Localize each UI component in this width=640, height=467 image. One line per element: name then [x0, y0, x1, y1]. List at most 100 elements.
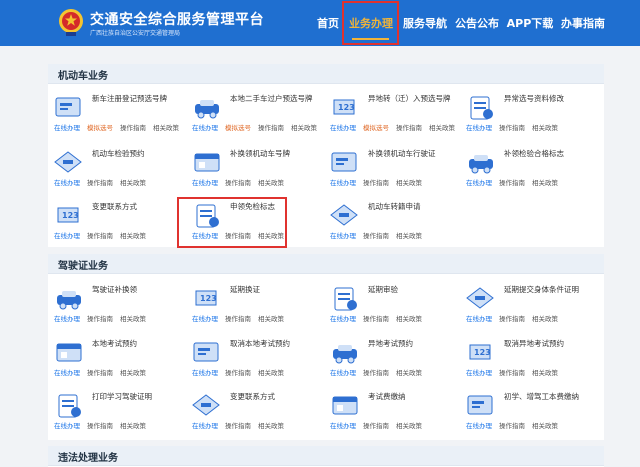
- service-link[interactable]: 相关政策: [120, 315, 146, 323]
- service-link[interactable]: 相关政策: [532, 369, 558, 377]
- service-link[interactable]: 操作指南: [225, 315, 251, 323]
- service-link[interactable]: 操作指南: [499, 315, 525, 323]
- service-link[interactable]: 在线办理: [54, 232, 80, 240]
- service-link[interactable]: 操作指南: [258, 124, 284, 132]
- service-link[interactable]: 在线办理: [330, 369, 356, 377]
- service-item[interactable]: 申领免检标志 在线办理 操作指南 相关政策: [190, 200, 326, 244]
- service-link[interactable]: 在线办理: [466, 124, 492, 132]
- service-link[interactable]: 相关政策: [532, 124, 558, 132]
- service-item[interactable]: 补换领机动车号牌 在线办理 操作指南 相关政策: [190, 147, 326, 191]
- service-link[interactable]: 在线办理: [54, 422, 80, 430]
- nav-guide[interactable]: 办事指南: [558, 0, 608, 46]
- service-link[interactable]: 操作指南: [87, 369, 113, 377]
- service-item[interactable]: 考试费缴纳 在线办理 操作指南 相关政策: [328, 390, 464, 434]
- service-link[interactable]: 相关政策: [153, 124, 179, 132]
- service-link[interactable]: 相关政策: [258, 232, 284, 240]
- service-link[interactable]: 相关政策: [120, 369, 146, 377]
- service-item[interactable]: 123 变更联系方式 在线办理 操作指南 相关政策: [52, 200, 188, 244]
- nav-announcements[interactable]: 公告公布: [452, 0, 502, 46]
- service-item[interactable]: 打印学习驾驶证明 在线办理 操作指南 相关政策: [52, 390, 188, 434]
- service-link[interactable]: 操作指南: [87, 422, 113, 430]
- service-link[interactable]: 操作指南: [396, 124, 422, 132]
- service-link[interactable]: 操作指南: [87, 315, 113, 323]
- service-link[interactable]: 操作指南: [363, 232, 389, 240]
- service-link[interactable]: 相关政策: [120, 422, 146, 430]
- service-link[interactable]: 操作指南: [225, 369, 251, 377]
- service-link[interactable]: 模拟选号: [87, 124, 113, 132]
- service-link[interactable]: 操作指南: [363, 422, 389, 430]
- service-link[interactable]: 相关政策: [532, 422, 558, 430]
- service-link[interactable]: 在线办理: [192, 124, 218, 132]
- service-link[interactable]: 操作指南: [363, 315, 389, 323]
- service-link[interactable]: 在线办理: [54, 179, 80, 187]
- service-link[interactable]: 在线办理: [54, 124, 80, 132]
- service-link[interactable]: 模拟选号: [225, 124, 251, 132]
- service-link[interactable]: 相关政策: [396, 315, 422, 323]
- service-link[interactable]: 在线办理: [192, 232, 218, 240]
- service-link[interactable]: 在线办理: [54, 315, 80, 323]
- service-link[interactable]: 操作指南: [225, 232, 251, 240]
- service-link[interactable]: 相关政策: [532, 179, 558, 187]
- service-link[interactable]: 操作指南: [120, 124, 146, 132]
- service-link[interactable]: 相关政策: [396, 232, 422, 240]
- service-link[interactable]: 操作指南: [363, 369, 389, 377]
- service-link[interactable]: 操作指南: [225, 422, 251, 430]
- service-item[interactable]: 本地二手车过户预选号牌 在线办理 模拟选号 操作指南 相关政策: [190, 92, 326, 136]
- service-link[interactable]: 相关政策: [396, 369, 422, 377]
- service-link[interactable]: 操作指南: [499, 369, 525, 377]
- service-link[interactable]: 在线办理: [466, 422, 492, 430]
- service-item[interactable]: 取消本地考试预约 在线办理 操作指南 相关政策: [190, 337, 326, 381]
- service-item[interactable]: 延期审验 在线办理 操作指南 相关政策: [328, 283, 464, 327]
- service-link[interactable]: 模拟选号: [363, 124, 389, 132]
- service-link[interactable]: 操作指南: [363, 179, 389, 187]
- service-link[interactable]: 在线办理: [330, 124, 356, 132]
- service-item[interactable]: 变更联系方式 在线办理 操作指南 相关政策: [190, 390, 326, 434]
- service-link[interactable]: 相关政策: [532, 315, 558, 323]
- service-item[interactable]: 驾驶证补换领 在线办理 操作指南 相关政策: [52, 283, 188, 327]
- service-link[interactable]: 操作指南: [499, 124, 525, 132]
- service-item[interactable]: 延期提交身体条件证明 在线办理 操作指南 相关政策: [464, 283, 600, 327]
- service-link[interactable]: 相关政策: [258, 422, 284, 430]
- service-link[interactable]: 操作指南: [225, 179, 251, 187]
- nav-home[interactable]: 首页: [312, 0, 344, 46]
- service-link[interactable]: 在线办理: [330, 179, 356, 187]
- service-link[interactable]: 相关政策: [258, 369, 284, 377]
- nav-app-download[interactable]: APP下载: [505, 0, 555, 46]
- service-item[interactable]: 补换领机动车行驶证 在线办理 操作指南 相关政策: [328, 147, 464, 191]
- service-link[interactable]: 相关政策: [120, 179, 146, 187]
- service-link[interactable]: 相关政策: [396, 422, 422, 430]
- service-link[interactable]: 在线办理: [330, 422, 356, 430]
- service-item[interactable]: 123 异地转（迁）入预选号牌 在线办理 模拟选号 操作指南 相关政策: [328, 92, 464, 136]
- service-item[interactable]: 初学、增驾工本费缴纳 在线办理 操作指南 相关政策: [464, 390, 600, 434]
- service-link[interactable]: 操作指南: [87, 232, 113, 240]
- service-link[interactable]: 在线办理: [466, 315, 492, 323]
- service-link[interactable]: 在线办理: [330, 232, 356, 240]
- service-item[interactable]: 123 延期换证 在线办理 操作指南 相关政策: [190, 283, 326, 327]
- service-link[interactable]: 在线办理: [330, 315, 356, 323]
- service-link[interactable]: 操作指南: [87, 179, 113, 187]
- service-item[interactable]: 异地考试预约 在线办理 操作指南 相关政策: [328, 337, 464, 381]
- service-link[interactable]: 相关政策: [291, 124, 317, 132]
- service-link[interactable]: 在线办理: [192, 369, 218, 377]
- service-item[interactable]: 新车注册登记预选号牌 在线办理 模拟选号 操作指南 相关政策: [52, 92, 188, 136]
- service-item[interactable]: 机动车检验预约 在线办理 操作指南 相关政策: [52, 147, 188, 191]
- service-link[interactable]: 操作指南: [499, 179, 525, 187]
- service-link[interactable]: 相关政策: [258, 179, 284, 187]
- service-item[interactable]: 123 取消异地考试预约 在线办理 操作指南 相关政策: [464, 337, 600, 381]
- nav-service-guide[interactable]: 服务导航: [400, 0, 450, 46]
- service-link[interactable]: 在线办理: [192, 315, 218, 323]
- service-link[interactable]: 在线办理: [466, 369, 492, 377]
- service-item[interactable]: 补领检验合格标志 在线办理 操作指南 相关政策: [464, 147, 600, 191]
- service-link[interactable]: 在线办理: [192, 179, 218, 187]
- service-link[interactable]: 在线办理: [54, 369, 80, 377]
- service-item[interactable]: 本地考试预约 在线办理 操作指南 相关政策: [52, 337, 188, 381]
- service-link[interactable]: 相关政策: [120, 232, 146, 240]
- service-link[interactable]: 操作指南: [499, 422, 525, 430]
- service-link[interactable]: 在线办理: [466, 179, 492, 187]
- service-item[interactable]: 机动车转籍申请 在线办理 操作指南 相关政策: [328, 200, 464, 244]
- service-item[interactable]: 异常选号资料修改 在线办理 操作指南 相关政策: [464, 92, 600, 136]
- service-link[interactable]: 相关政策: [429, 124, 455, 132]
- service-link[interactable]: 相关政策: [258, 315, 284, 323]
- service-link[interactable]: 在线办理: [192, 422, 218, 430]
- service-link[interactable]: 相关政策: [396, 179, 422, 187]
